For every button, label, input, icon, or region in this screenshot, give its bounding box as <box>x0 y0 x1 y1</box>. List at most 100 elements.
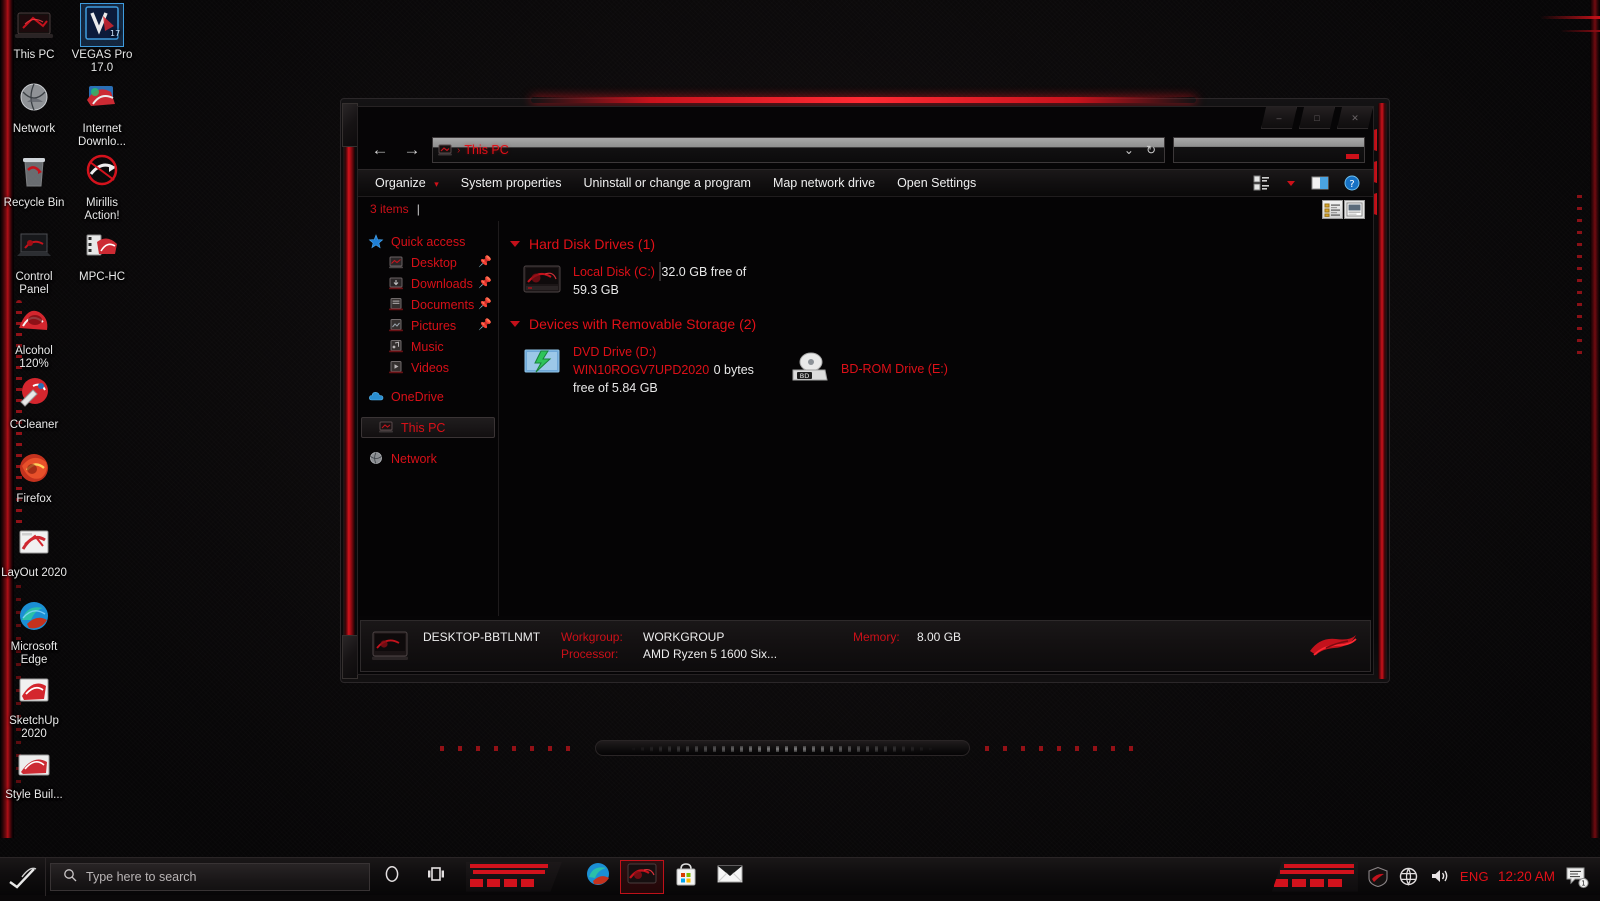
address-bar[interactable]: › This PC ⌄ ↻ <box>432 137 1165 163</box>
mail-icon <box>716 863 744 890</box>
desktop-icon-style-builder[interactable]: Style Buil... <box>0 744 68 802</box>
group-header-removable-storage[interactable]: Devices with Removable Storage (2) <box>503 313 1373 335</box>
file-list-pane[interactable]: Hard Disk Drives (1) <box>499 221 1373 616</box>
drive-item-local-disk-c[interactable]: Local Disk (C:) 32.0 GB free of 59.3 GB <box>521 261 769 303</box>
desktop-icon-control-panel[interactable]: Control Panel <box>0 226 68 297</box>
group-header-hard-disk-drives[interactable]: Hard Disk Drives (1) <box>503 233 1373 255</box>
desktop-icon-label: Control Panel <box>0 271 68 297</box>
sidebar-item-pictures[interactable]: Pictures 📌 <box>358 315 498 336</box>
firefox-icon <box>13 448 55 490</box>
folder-pictures-icon <box>388 318 404 333</box>
change-view-chevron-down-icon[interactable] <box>1285 175 1297 191</box>
clock[interactable]: 12:20 AM <box>1498 869 1555 884</box>
microsoft-edge-icon <box>585 861 611 892</box>
close-button[interactable]: ✕ <box>1337 107 1373 129</box>
network-globe-icon <box>368 451 384 466</box>
desktop-icon-mirillis-action[interactable]: Mirillis Action! <box>68 152 136 223</box>
language-indicator[interactable]: ENG <box>1460 869 1489 884</box>
sidebar-item-onedrive[interactable]: OneDrive <box>358 386 498 407</box>
drive-name: DVD Drive (D:) <box>573 345 656 359</box>
refresh-button[interactable]: ↻ <box>1146 143 1156 157</box>
taskbar-left-decoration <box>466 862 562 892</box>
folder-music-icon <box>388 339 404 354</box>
desktop-icon-sketchup-2020[interactable]: SketchUp 2020 <box>0 670 68 741</box>
taskbar-item-microsoft-edge[interactable] <box>576 858 620 896</box>
speaker-icon[interactable] <box>1429 866 1451 888</box>
sidebar-item-label: Network <box>391 452 437 466</box>
sidebar-item-music[interactable]: Music <box>358 336 498 357</box>
sidebar-item-this-pc[interactable]: This PC <box>361 417 495 438</box>
folder-downloads-icon <box>388 276 404 291</box>
action-center-button[interactable]: 1 <box>1564 865 1590 889</box>
desktop-icon-layout-2020[interactable]: LayOut 2020 <box>0 522 68 580</box>
sidebar-item-documents[interactable]: Documents 📌 <box>358 294 498 315</box>
desktop-icon-network[interactable]: Network <box>0 78 68 136</box>
search-input[interactable] <box>1173 137 1365 163</box>
desktop-icon-label: LayOut 2020 <box>0 567 68 580</box>
details-view-button[interactable] <box>1322 200 1343 219</box>
rog-shield-icon[interactable] <box>1367 866 1389 888</box>
desktop-icon-alcohol-120[interactable]: Alcohol 120% <box>0 300 68 371</box>
desktop-icon-mpc-hc[interactable]: MPC-HC <box>68 226 136 284</box>
address-bar-actions: ⌄ ↻ <box>1124 143 1160 157</box>
svg-text:?: ? <box>1349 179 1354 190</box>
forward-button[interactable]: → <box>400 138 424 162</box>
pin-icon[interactable]: 📌 <box>478 319 489 331</box>
desktop-icon-label: Mirillis Action! <box>68 197 136 223</box>
back-button[interactable]: ← <box>368 138 392 162</box>
drive-item-dvd-d[interactable]: DVD Drive (D:) WIN10ROGV7UPD2020 0 bytes… <box>521 341 769 397</box>
maximize-button[interactable]: □ <box>1299 107 1335 129</box>
desktop-icon-vegas-pro[interactable]: 17 VEGAS Pro 17.0 <box>68 4 136 75</box>
change-view-icon[interactable] <box>1253 175 1271 191</box>
help-icon[interactable]: ? <box>1343 175 1361 191</box>
sidebar-item-quick-access[interactable]: Quick access <box>358 231 498 252</box>
file-explorer-window[interactable]: – □ ✕ ← → <box>340 98 1390 683</box>
start-button[interactable] <box>0 858 46 896</box>
organize-menu-button[interactable]: Organize ▾ <box>364 170 450 196</box>
network-globe-icon[interactable] <box>1398 866 1420 888</box>
drive-list-hard-disks: Local Disk (C:) 32.0 GB free of 59.3 GB <box>503 255 1373 313</box>
desktop-icon-label: SketchUp 2020 <box>0 715 68 741</box>
taskbar-item-mail[interactable] <box>708 858 752 896</box>
open-settings-button[interactable]: Open Settings <box>886 170 987 196</box>
pin-icon[interactable]: 📌 <box>478 298 489 310</box>
taskbar-item-file-explorer[interactable] <box>620 860 664 894</box>
address-dropdown-button[interactable]: ⌄ <box>1124 143 1134 157</box>
details-pane: DESKTOP-BBTLNMT Workgroup: WORKGROUP Mem… <box>360 620 1371 672</box>
sidebar-item-label: Documents <box>411 298 474 312</box>
task-view-button[interactable] <box>414 858 458 896</box>
pin-icon[interactable]: 📌 <box>478 256 489 268</box>
group-header-label: Devices with Removable Storage (2) <box>529 316 756 332</box>
sidebar-item-videos[interactable]: Videos <box>358 357 498 378</box>
desktop-icon-this-pc[interactable]: This PC <box>0 4 68 62</box>
this-pc-icon <box>13 4 55 46</box>
sidebar-item-label: This PC <box>401 421 445 435</box>
uninstall-or-change-program-button[interactable]: Uninstall or change a program <box>572 170 761 196</box>
map-network-drive-button[interactable]: Map network drive <box>762 170 886 196</box>
window-left-red-bar <box>343 103 355 679</box>
mpc-hc-icon <box>81 226 123 268</box>
sidebar-item-desktop[interactable]: Desktop 📌 <box>358 252 498 273</box>
details-row-1: DESKTOP-BBTLNMT Workgroup: WORKGROUP Mem… <box>423 629 961 646</box>
desktop-icon-label: Recycle Bin <box>0 197 68 210</box>
system-properties-button[interactable]: System properties <box>450 170 573 196</box>
pin-icon[interactable]: 📌 <box>478 277 489 289</box>
workgroup-value: WORKGROUP <box>643 629 793 646</box>
desktop-icon-recycle-bin[interactable]: Recycle Bin <box>0 152 68 210</box>
desktop-icon-internet-download-manager[interactable]: Internet Downlo... <box>68 78 136 149</box>
svg-text:17: 17 <box>110 29 120 38</box>
taskbar-item-microsoft-store[interactable] <box>664 858 708 896</box>
desktop-icon-microsoft-edge[interactable]: Microsoft Edge <box>0 596 68 667</box>
sidebar-item-downloads[interactable]: Downloads 📌 <box>358 273 498 294</box>
large-icons-view-button[interactable] <box>1344 200 1365 219</box>
search-input[interactable]: Type here to search <box>50 863 370 891</box>
bd-rom-drive-icon: BD <box>789 348 831 390</box>
desktop-top-right-accent-2 <box>1560 30 1600 32</box>
minimize-button[interactable]: – <box>1261 107 1297 129</box>
preview-pane-icon[interactable] <box>1311 175 1329 191</box>
drive-item-bdrom-e[interactable]: BD BD-ROM Drive (E:) <box>789 341 948 397</box>
cortana-button[interactable] <box>370 858 414 896</box>
desktop-icon-ccleaner[interactable]: CCleaner <box>0 374 68 432</box>
desktop-icon-firefox[interactable]: Firefox <box>0 448 68 506</box>
sidebar-item-network[interactable]: Network <box>358 448 498 469</box>
